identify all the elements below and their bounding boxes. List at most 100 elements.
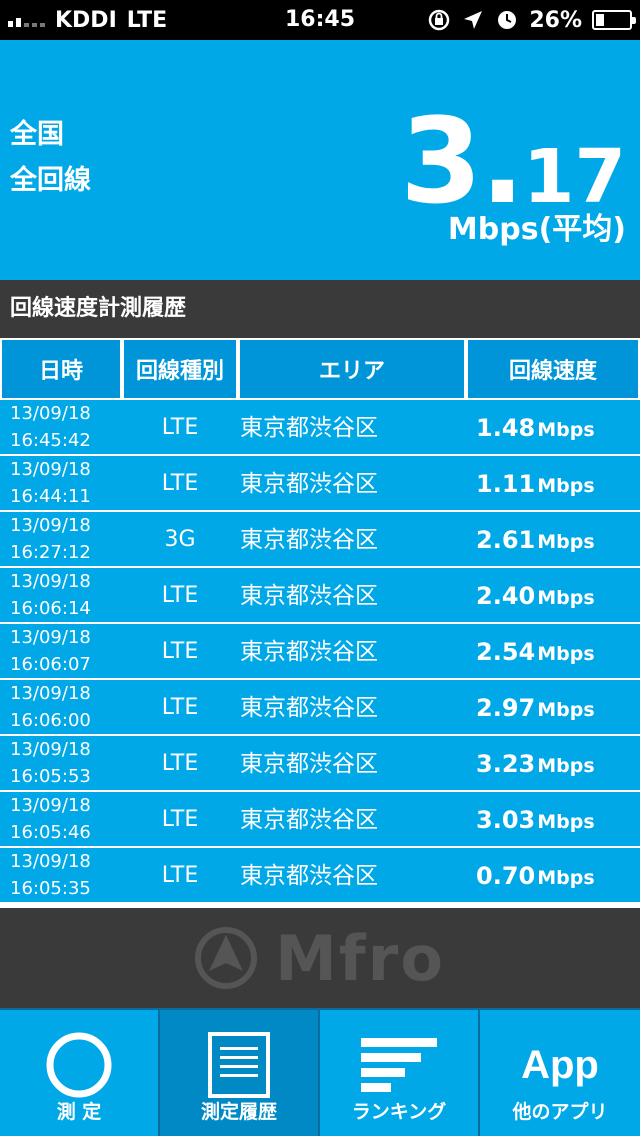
table-row: 13/09/18 16:06:07 LTE 東京都渋谷区 2.54 Mbps xyxy=(0,624,640,678)
table-row: 13/09/18 16:05:35 LTE 東京都渋谷区 0.70 Mbps xyxy=(0,848,640,902)
ring-icon xyxy=(0,1028,158,1102)
row-datetime: 13/09/18 16:27:12 xyxy=(10,512,91,566)
row-line-type: LTE xyxy=(161,471,199,496)
row-speed-value: 1.48 xyxy=(476,414,536,442)
row-area: 東京都渋谷区 xyxy=(240,695,378,721)
row-datetime: 13/09/18 16:06:07 xyxy=(10,624,91,678)
row-date: 13/09/18 xyxy=(10,851,91,872)
tab-measure-label: 測 定 xyxy=(56,1101,102,1123)
tab-bar: 測 定 測定履歴 ランキング App 他のアプリ xyxy=(0,1008,640,1136)
row-speed-unit: Mbps xyxy=(537,811,595,833)
logo-band: Mfro xyxy=(0,908,640,1008)
row-line-type: LTE xyxy=(161,583,199,608)
row-datetime: 13/09/18 16:45:42 xyxy=(10,400,91,454)
row-speed-unit: Mbps xyxy=(537,419,595,441)
tab-ranking-label: ランキング xyxy=(351,1101,447,1123)
row-speed: 3.03 Mbps xyxy=(476,792,595,846)
table-row: 13/09/18 16:45:42 LTE 東京都渋谷区 1.48 Mbps xyxy=(0,400,640,454)
row-speed-value: 3.03 xyxy=(476,806,536,834)
tab-measure[interactable]: 測 定 xyxy=(0,1010,158,1136)
table-row: 13/09/18 16:27:12 3G 東京都渋谷区 2.61 Mbps xyxy=(0,512,640,566)
row-time: 16:06:00 xyxy=(10,710,91,731)
mfro-logo-text: Mfro xyxy=(275,921,445,995)
alarm-clock-icon xyxy=(495,8,519,32)
tab-ranking[interactable]: ランキング xyxy=(320,1010,478,1136)
row-time: 16:44:11 xyxy=(10,486,91,507)
table-row: 13/09/18 16:06:14 LTE 東京都渋谷区 2.40 Mbps xyxy=(0,568,640,622)
row-speed: 1.48 Mbps xyxy=(476,400,595,454)
row-area: 東京都渋谷区 xyxy=(240,583,378,609)
row-speed-unit: Mbps xyxy=(537,755,595,777)
signal-strength-icon xyxy=(8,13,45,27)
app-text-icon: App xyxy=(480,1028,640,1102)
row-datetime: 13/09/18 16:06:14 xyxy=(10,568,91,622)
status-right: 26% xyxy=(427,0,636,40)
average-speed-fraction: 17 xyxy=(523,134,626,220)
row-datetime: 13/09/18 16:44:11 xyxy=(10,456,91,510)
column-header-datetime: 日時 xyxy=(2,340,120,398)
region-label: 全国 全回線 xyxy=(10,112,91,204)
table-row: 13/09/18 16:05:46 LTE 東京都渋谷区 3.03 Mbps xyxy=(0,792,640,846)
row-line-type: LTE xyxy=(161,415,199,440)
row-time: 16:05:46 xyxy=(10,822,91,843)
column-header-area: エリア xyxy=(240,340,464,398)
row-area: 東京都渋谷区 xyxy=(240,415,378,441)
history-table: 日時 回線種別 エリア 回線速度 13/09/18 16:45:42 LTE 東京都渋… xyxy=(0,338,640,908)
row-area: 東京都渋谷区 xyxy=(240,471,378,497)
table-row: 13/09/18 16:06:00 LTE 東京都渋谷区 2.97 Mbps xyxy=(0,680,640,734)
column-header-line-type: 回線種別 xyxy=(124,340,236,398)
row-speed: 2.97 Mbps xyxy=(476,680,595,734)
document-icon xyxy=(160,1028,318,1102)
row-speed-value: 1.11 xyxy=(476,470,536,498)
region-line-national: 全国 xyxy=(10,119,64,150)
row-date: 13/09/18 xyxy=(10,627,91,648)
row-speed-value: 0.70 xyxy=(476,862,536,890)
average-speed-value: 3. 17 xyxy=(400,102,626,220)
row-speed: 3.23 Mbps xyxy=(476,736,595,790)
row-time: 16:45:42 xyxy=(10,430,91,451)
row-line-type: LTE xyxy=(161,695,199,720)
row-line-type: LTE xyxy=(161,863,199,888)
row-speed-unit: Mbps xyxy=(537,587,595,609)
tab-other-apps-label: 他のアプリ xyxy=(512,1101,608,1123)
app-icon-text: App xyxy=(521,1042,599,1087)
rotation-lock-icon xyxy=(427,8,451,32)
row-speed-value: 2.97 xyxy=(476,694,536,722)
row-speed-unit: Mbps xyxy=(537,531,595,553)
row-speed: 2.40 Mbps xyxy=(476,568,595,622)
row-speed-value: 2.40 xyxy=(476,582,536,610)
average-speed-unit: Mbps(平均) xyxy=(447,212,626,247)
row-time: 16:27:12 xyxy=(10,542,91,563)
row-speed-value: 3.23 xyxy=(476,750,536,778)
table-row: 13/09/18 16:44:11 LTE 東京都渋谷区 1.11 Mbps xyxy=(0,456,640,510)
status-left: KDDI LTE xyxy=(8,0,167,40)
tab-history[interactable]: 測定履歴 xyxy=(160,1010,318,1136)
row-date: 13/09/18 xyxy=(10,795,91,816)
row-date: 13/09/18 xyxy=(10,403,91,424)
row-speed-unit: Mbps xyxy=(537,867,595,889)
row-speed-value: 2.54 xyxy=(476,638,536,666)
row-line-type: 3G xyxy=(164,527,196,552)
row-datetime: 13/09/18 16:05:35 xyxy=(10,848,91,902)
row-line-type: LTE xyxy=(161,639,199,664)
location-arrow-icon xyxy=(461,8,485,32)
row-area: 東京都渋谷区 xyxy=(240,863,378,889)
row-date: 13/09/18 xyxy=(10,515,91,536)
row-speed: 1.11 Mbps xyxy=(476,456,595,510)
row-date: 13/09/18 xyxy=(10,739,91,760)
row-time: 16:05:35 xyxy=(10,878,91,899)
row-time: 16:06:07 xyxy=(10,654,91,675)
row-area: 東京都渋谷区 xyxy=(240,807,378,833)
row-time: 16:06:14 xyxy=(10,598,91,619)
row-datetime: 13/09/18 16:05:53 xyxy=(10,736,91,790)
carrier-name: KDDI xyxy=(55,7,117,33)
row-datetime: 13/09/18 16:06:00 xyxy=(10,680,91,734)
status-bar: KDDI LTE 16:45 26% xyxy=(0,0,640,40)
row-speed: 2.54 Mbps xyxy=(476,624,595,678)
average-speed-integer: 3. xyxy=(400,92,525,230)
ranking-bars-icon xyxy=(320,1028,478,1102)
mfro-logo-icon xyxy=(195,927,258,989)
table-row: 13/09/18 16:05:53 LTE 東京都渋谷区 3.23 Mbps xyxy=(0,736,640,790)
tab-other-apps[interactable]: App 他のアプリ xyxy=(480,1010,640,1136)
tab-history-label: 測定履歴 xyxy=(200,1101,277,1123)
